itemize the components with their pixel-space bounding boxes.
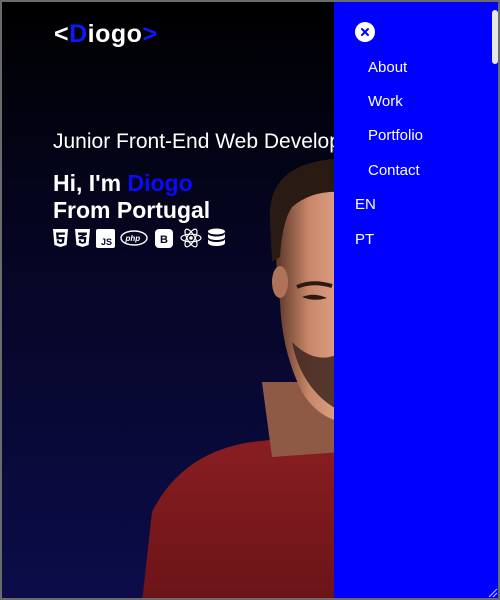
svg-text:php: php: [125, 234, 141, 243]
logo-open-bracket: <: [54, 20, 70, 48]
logo-close-bracket: >: [142, 20, 158, 48]
profile-photo: [142, 159, 342, 598]
scrollbar[interactable]: [490, 4, 498, 598]
html5-icon: [52, 228, 69, 248]
greeting-prefix: Hi, I'm: [53, 170, 128, 196]
javascript-icon: JS: [96, 228, 115, 248]
css3-icon: [74, 228, 91, 248]
menu-item-portfolio[interactable]: Portfolio: [368, 127, 423, 144]
svg-text:JS: JS: [101, 237, 112, 247]
close-button[interactable]: [355, 22, 375, 42]
logo-first-letter: D: [69, 20, 88, 48]
resize-grip-icon[interactable]: [486, 586, 498, 598]
site-logo[interactable]: <Diogo>: [54, 20, 158, 49]
menu-item-contact[interactable]: Contact: [368, 162, 420, 179]
language-pt[interactable]: PT: [355, 231, 374, 248]
close-icon: [361, 28, 369, 36]
page-frame: <Diogo> Junior Front-End Web Developer H…: [0, 0, 500, 600]
menu-item-about[interactable]: About: [368, 59, 407, 76]
logo-text: iogo: [87, 20, 143, 48]
side-drawer: About Work Portfolio Contact EN PT: [334, 2, 498, 598]
scrollbar-thumb[interactable]: [492, 10, 498, 64]
hero-subtitle: Junior Front-End Web Developer: [53, 130, 360, 153]
menu-item-work[interactable]: Work: [368, 93, 403, 110]
language-en[interactable]: EN: [355, 196, 376, 213]
